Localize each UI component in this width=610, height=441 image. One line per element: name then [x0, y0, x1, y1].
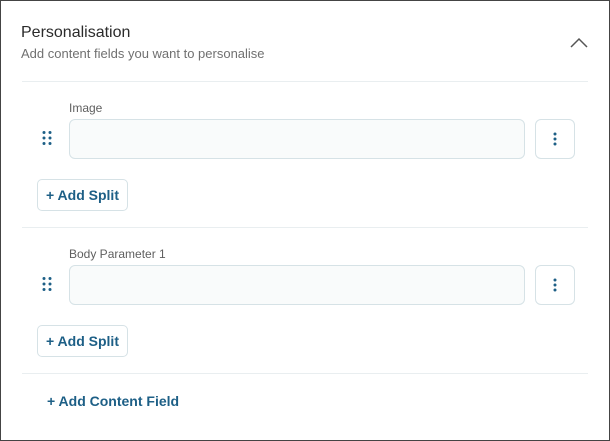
personalisation-panel: Personalisation Add content fields you w… — [0, 0, 610, 441]
add-split-button[interactable]: + Add Split — [37, 179, 128, 211]
field-options-button[interactable] — [535, 265, 575, 305]
footer-divider — [22, 373, 588, 374]
body-parameter-field-input[interactable] — [69, 265, 525, 305]
drag-handle-icon[interactable] — [41, 276, 53, 292]
more-vertical-icon — [553, 278, 557, 292]
field-options-button[interactable] — [535, 119, 575, 159]
chevron-up-icon — [570, 37, 588, 48]
section-subtitle: Add content fields you want to personali… — [21, 46, 265, 61]
header-divider — [22, 81, 588, 82]
section-header: Personalisation Add content fields you w… — [21, 23, 589, 62]
image-field-input[interactable] — [69, 119, 525, 159]
drag-handle-icon[interactable] — [41, 130, 53, 146]
field-label-body-parameter: Body Parameter 1 — [69, 247, 166, 261]
collapse-button[interactable] — [569, 35, 589, 51]
add-content-field-button[interactable]: + Add Content Field — [47, 393, 179, 409]
field-label-image: Image — [69, 101, 103, 115]
field-divider — [22, 227, 588, 228]
more-vertical-icon — [553, 132, 557, 146]
add-split-button[interactable]: + Add Split — [37, 325, 128, 357]
section-title: Personalisation — [21, 24, 131, 41]
